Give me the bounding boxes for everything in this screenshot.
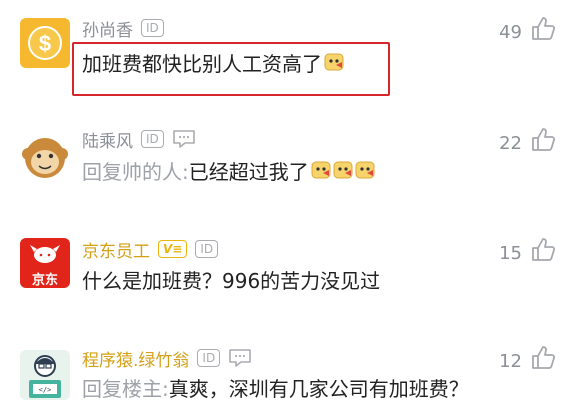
username[interactable]: 京东员工 [82,237,150,262]
svg-text:$: $ [39,31,51,56]
id-badge: ID [141,130,164,148]
avatar[interactable]: 京东 [20,238,70,288]
reply-prefix[interactable]: 回复楼主: [82,373,169,402]
comment-text-row: 什么是加班费？996的苦力没见过 [82,265,380,293]
username[interactable]: 程序猿.绿竹翁 [82,346,189,371]
dollar-coin-icon: $ [20,18,70,68]
chat-bubble-icon[interactable] [228,348,252,368]
emoji-icon [311,160,331,180]
thumbs-up-icon[interactable] [530,237,556,263]
comment-text: 真爽，深圳有几家公司有加班费？ [168,376,469,401]
thumbs-up-icon[interactable] [530,127,556,153]
like-count: 22 [499,133,522,154]
comment-text: 已经超过我了 [188,159,309,184]
programmer-icon: </> [20,350,70,400]
comment-item: </> 程序猿.绿竹翁 ID 回复楼主: 真爽，深圳有几家公司有加班费？ 12 [0,338,570,415]
id-badge: ID [141,19,164,37]
like-count: 49 [499,22,522,43]
emoji-icon [355,160,375,180]
like-count: 12 [499,351,522,372]
id-badge: ID [195,240,219,258]
comment-item: 京东 京东员工 V≡ ID 什么是加班费？996的苦力没见过 15 [0,228,570,328]
avatar[interactable]: </> [20,350,70,400]
thumbs-up-icon[interactable] [530,345,556,371]
comment-text-row: 回复帅的人: 已经超过我了 [82,156,375,184]
chat-bubble-icon[interactable] [172,129,196,149]
avatar[interactable] [20,132,70,182]
vip-badge: V≡ [158,240,188,258]
thumbs-up-icon[interactable] [530,16,556,42]
avatar-text: 京东 [31,273,58,288]
emoji-icon [333,160,353,180]
comment-item: 陆乘风 ID 回复帅的人: 已经超过我了 22 [0,118,570,218]
username[interactable]: 孙尚香 [82,16,133,41]
like-count: 15 [499,243,522,264]
comment-text-row: 回复楼主: 真爽，深圳有几家公司有加班费？ [82,373,469,401]
id-badge: ID [197,349,221,367]
comment-item: $ 孙尚香 ID 加班费都快比别人工资高了 49 [0,0,570,100]
username[interactable]: 陆乘风 [82,127,133,152]
comment-text: 什么是加班费？996的苦力没见过 [82,268,381,293]
reply-prefix[interactable]: 回复帅的人: [82,156,189,185]
highlight-box [72,42,390,96]
monkey-icon [20,132,70,182]
svg-text:</>: </> [39,386,52,394]
avatar[interactable]: $ [20,18,70,68]
